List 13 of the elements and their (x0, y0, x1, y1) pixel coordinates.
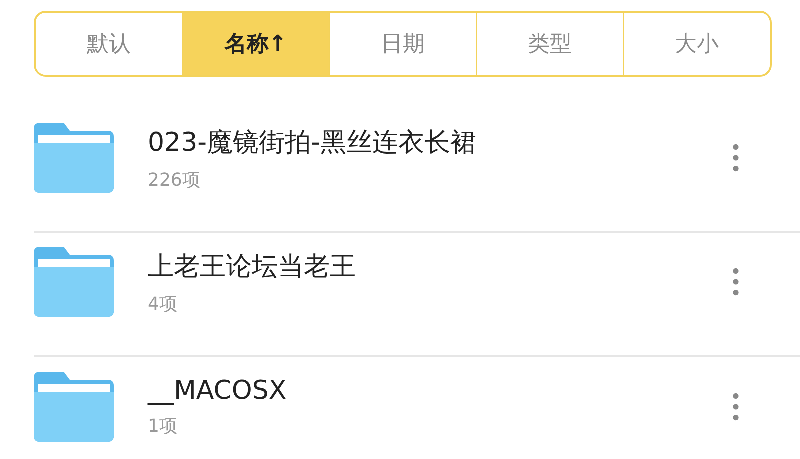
sort-tab[interactable]: 名称↑ (182, 13, 329, 75)
more-icon[interactable] (732, 393, 740, 421)
item-count: 4项 (148, 292, 178, 316)
folder-name[interactable]: 上老王论坛当老王 (148, 248, 732, 284)
more-icon[interactable] (732, 268, 740, 296)
more-icon[interactable] (732, 144, 740, 172)
folder-name[interactable]: __MACOSX (148, 376, 732, 406)
folder-icon (34, 123, 114, 193)
folder-icon (34, 247, 114, 317)
folder-icon (34, 372, 114, 442)
item-count: 226项 (148, 168, 202, 192)
item-count: 1项 (148, 415, 178, 438)
folder-name[interactable]: 023-魔镜街拍-黑丝连衣长裙 (148, 124, 732, 160)
